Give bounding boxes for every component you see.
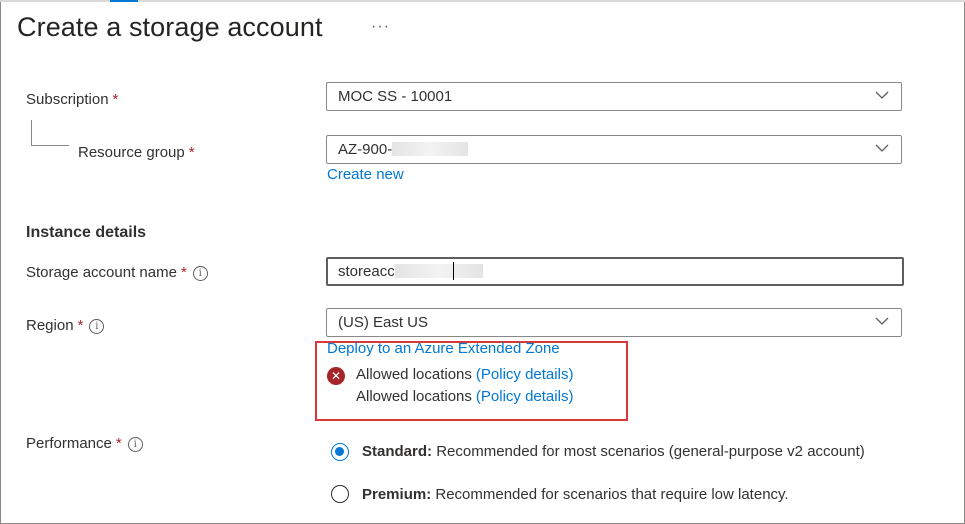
breadcrumb-accent — [110, 0, 138, 2]
performance-label: Performance * i — [26, 435, 143, 452]
region-dropdown[interactable]: (US) East US — [326, 308, 902, 337]
premium-option-label[interactable]: Premium: Recommended for scenarios that … — [362, 486, 789, 503]
required-marker: * — [180, 264, 187, 281]
required-marker: * — [112, 91, 119, 108]
policy-details-link[interactable]: (Policy details) — [476, 388, 574, 405]
resource-group-label: Resource group * — [78, 144, 195, 161]
info-icon[interactable]: i — [127, 437, 143, 452]
required-marker: * — [115, 435, 122, 452]
redacted-text — [394, 264, 483, 278]
resource-group-value-text: AZ-900- — [338, 141, 393, 158]
error-message: Allowed locations (Policy details) — [356, 388, 573, 405]
error-text: Allowed locations — [356, 366, 472, 383]
resource-group-label-text: Resource group — [78, 144, 185, 161]
subscription-label: Subscription * — [26, 91, 118, 108]
error-icon: ✕ — [327, 367, 345, 385]
chevron-down-icon — [875, 144, 889, 152]
info-icon[interactable]: i — [89, 319, 105, 334]
text-cursor — [453, 262, 454, 280]
redacted-text — [392, 142, 469, 156]
policy-details-link[interactable]: (Policy details) — [476, 366, 574, 383]
error-message: Allowed locations (Policy details) — [356, 366, 573, 383]
storage-name-value: storeacc — [338, 263, 483, 280]
option-title: Premium: — [362, 486, 432, 503]
error-text: Allowed locations — [356, 388, 472, 405]
storage-name-label: Storage account name * i — [26, 264, 208, 281]
required-marker: * — [188, 144, 195, 161]
chevron-down-icon — [875, 91, 889, 99]
required-marker: * — [77, 317, 84, 334]
subscription-value: MOC SS - 10001 — [338, 88, 453, 105]
storage-name-label-text: Storage account name — [26, 264, 177, 281]
premium-radio[interactable] — [331, 485, 349, 503]
resource-group-dropdown[interactable]: AZ-900- — [326, 135, 902, 164]
radio-dot — [335, 447, 344, 456]
region-value: (US) East US — [338, 314, 429, 331]
more-options-button[interactable]: ··· — [371, 18, 390, 36]
resource-group-value: AZ-900- — [338, 141, 469, 158]
subscription-label-text: Subscription — [26, 91, 109, 108]
instance-details-heading: Instance details — [26, 224, 147, 241]
storage-account-name-input[interactable]: storeacc — [326, 257, 904, 286]
standard-radio[interactable] — [331, 443, 349, 461]
extended-zone-link[interactable]: Deploy to an Azure Extended Zone — [327, 340, 560, 357]
top-border — [0, 0, 965, 2]
tree-connector-horizontal — [31, 145, 69, 146]
create-new-link[interactable]: Create new — [327, 166, 404, 183]
performance-label-text: Performance — [26, 435, 112, 452]
page-title: Create a storage account — [17, 12, 323, 42]
subscription-dropdown[interactable]: MOC SS - 10001 — [326, 82, 902, 111]
region-label: Region * i — [26, 317, 105, 334]
info-icon[interactable]: i — [192, 266, 208, 281]
storage-name-value-text: storeacc — [338, 263, 395, 280]
chevron-down-icon — [875, 317, 889, 325]
option-title: Standard: — [362, 443, 433, 460]
option-desc: Recommended for scenarios that require l… — [435, 486, 789, 503]
region-label-text: Region — [26, 317, 74, 334]
standard-option-label[interactable]: Standard: Recommended for most scenarios… — [362, 443, 865, 460]
option-desc: Recommended for most scenarios (general-… — [436, 443, 865, 460]
tree-connector — [31, 120, 32, 145]
